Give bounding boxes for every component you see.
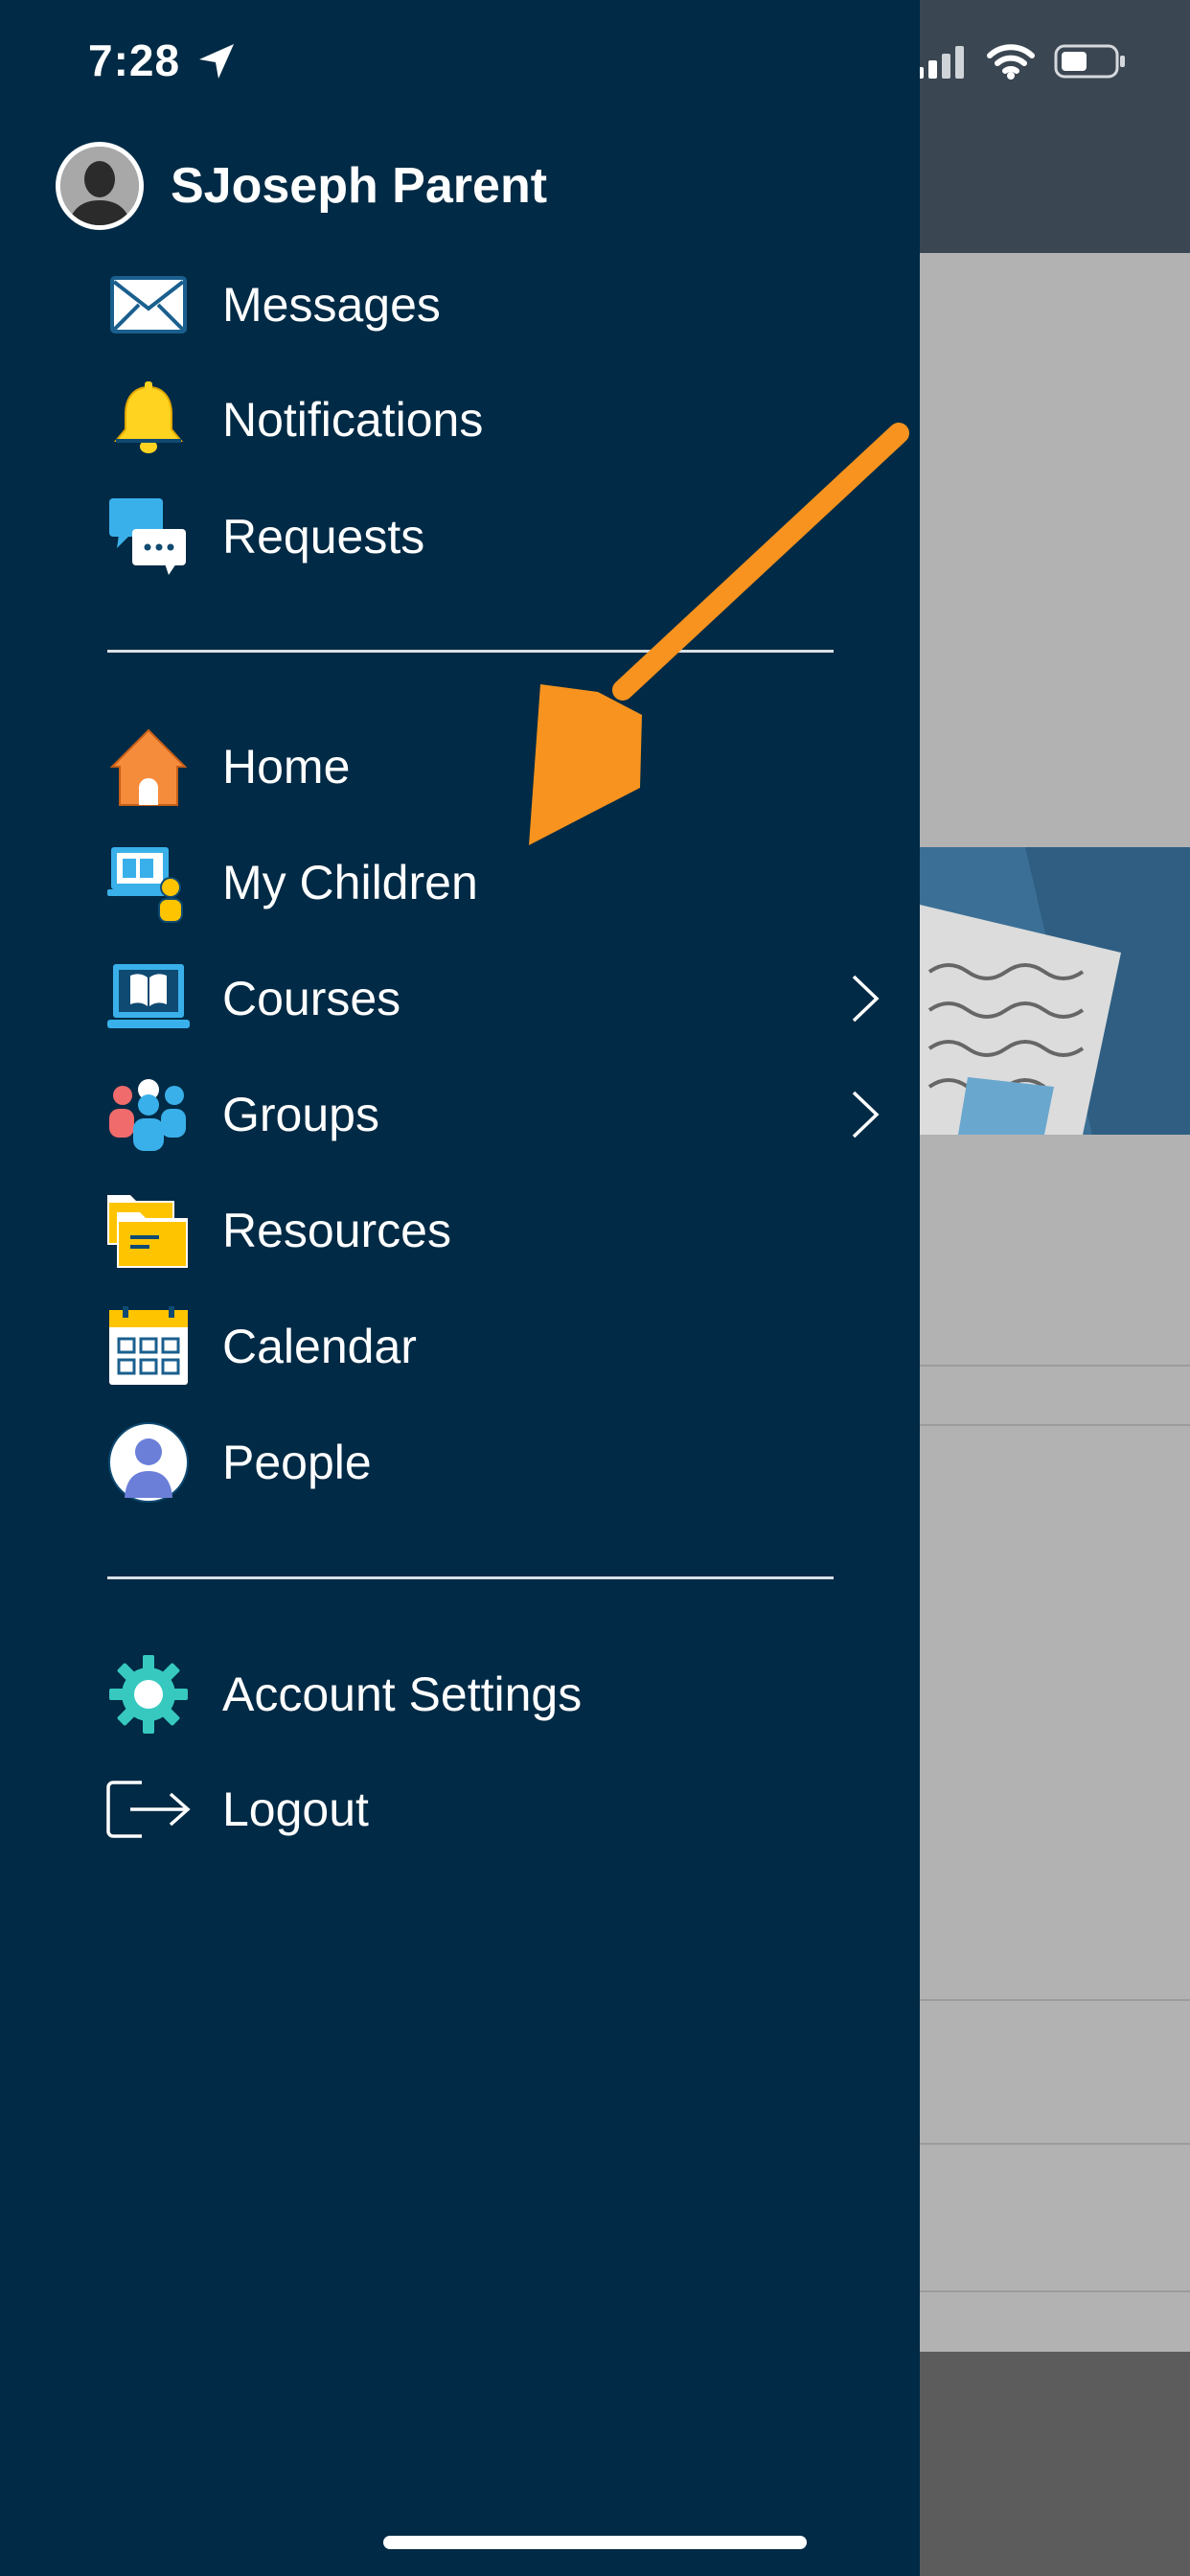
menu-item-messages[interactable]: Messages bbox=[103, 259, 880, 351]
background-divider bbox=[920, 2290, 1190, 2292]
menu-item-resources[interactable]: Resources bbox=[103, 1184, 880, 1276]
home-indicator[interactable] bbox=[383, 2536, 807, 2549]
menu-item-calendar[interactable]: Calendar bbox=[103, 1300, 880, 1392]
chevron-right-icon bbox=[851, 974, 880, 1028]
background-divider bbox=[920, 1365, 1190, 1367]
profile-header[interactable]: SJoseph Parent bbox=[56, 142, 547, 230]
envelope-icon bbox=[103, 260, 194, 350]
callout-arrow bbox=[460, 412, 920, 877]
menu-label: Logout bbox=[222, 1782, 369, 1836]
menu-item-people[interactable]: People bbox=[103, 1416, 880, 1508]
background-divider bbox=[920, 1999, 1190, 2001]
menu-item-logout[interactable]: Logout bbox=[103, 1763, 880, 1855]
battery-icon bbox=[1054, 44, 1127, 83]
menu-label: My Children bbox=[222, 856, 478, 909]
menu-item-groups[interactable]: Groups bbox=[103, 1069, 880, 1161]
status-time: 7:28 bbox=[88, 35, 181, 85]
menu-label: Requests bbox=[222, 510, 425, 564]
background-header bbox=[920, 0, 1190, 253]
menu-item-courses[interactable]: Courses bbox=[103, 953, 880, 1045]
background-divider bbox=[920, 1424, 1190, 1426]
menu-label: Home bbox=[222, 740, 351, 794]
calendar-icon bbox=[103, 1301, 194, 1392]
bell-icon bbox=[103, 375, 194, 465]
chat-bubbles-icon bbox=[103, 492, 194, 582]
background-footer bbox=[920, 2352, 1190, 2576]
menu-item-account-settings[interactable]: Account Settings bbox=[103, 1648, 880, 1740]
menu-label: Resources bbox=[222, 1204, 451, 1257]
chevron-right-icon bbox=[851, 1090, 880, 1144]
book-laptop-icon bbox=[103, 954, 194, 1044]
people-group-icon bbox=[103, 1070, 194, 1160]
house-icon bbox=[103, 722, 194, 812]
wifi-icon bbox=[987, 43, 1035, 84]
gear-icon bbox=[103, 1649, 194, 1739]
child-laptop-icon bbox=[103, 838, 194, 928]
navigation-drawer: 7:28 SJoseph Parent Messages Notificatio… bbox=[0, 0, 920, 2576]
menu-divider bbox=[107, 1576, 834, 1579]
menu-label: People bbox=[222, 1436, 372, 1489]
logout-icon bbox=[103, 1764, 194, 1854]
background-banner-image bbox=[920, 847, 1190, 1135]
menu-label: Notifications bbox=[222, 393, 484, 447]
folders-icon bbox=[103, 1185, 194, 1276]
menu-label: Courses bbox=[222, 972, 401, 1025]
avatar bbox=[56, 142, 144, 230]
person-icon bbox=[103, 1417, 194, 1507]
menu-label: Calendar bbox=[222, 1320, 417, 1373]
cellular-signal-icon bbox=[915, 46, 969, 85]
profile-name: SJoseph Parent bbox=[171, 158, 548, 214]
menu-label: Account Settings bbox=[222, 1668, 583, 1721]
location-arrow-icon bbox=[197, 42, 236, 85]
background-divider bbox=[920, 2143, 1190, 2145]
menu-label: Messages bbox=[222, 278, 441, 332]
menu-label: Groups bbox=[222, 1088, 379, 1141]
background-app-content[interactable] bbox=[920, 0, 1190, 2576]
